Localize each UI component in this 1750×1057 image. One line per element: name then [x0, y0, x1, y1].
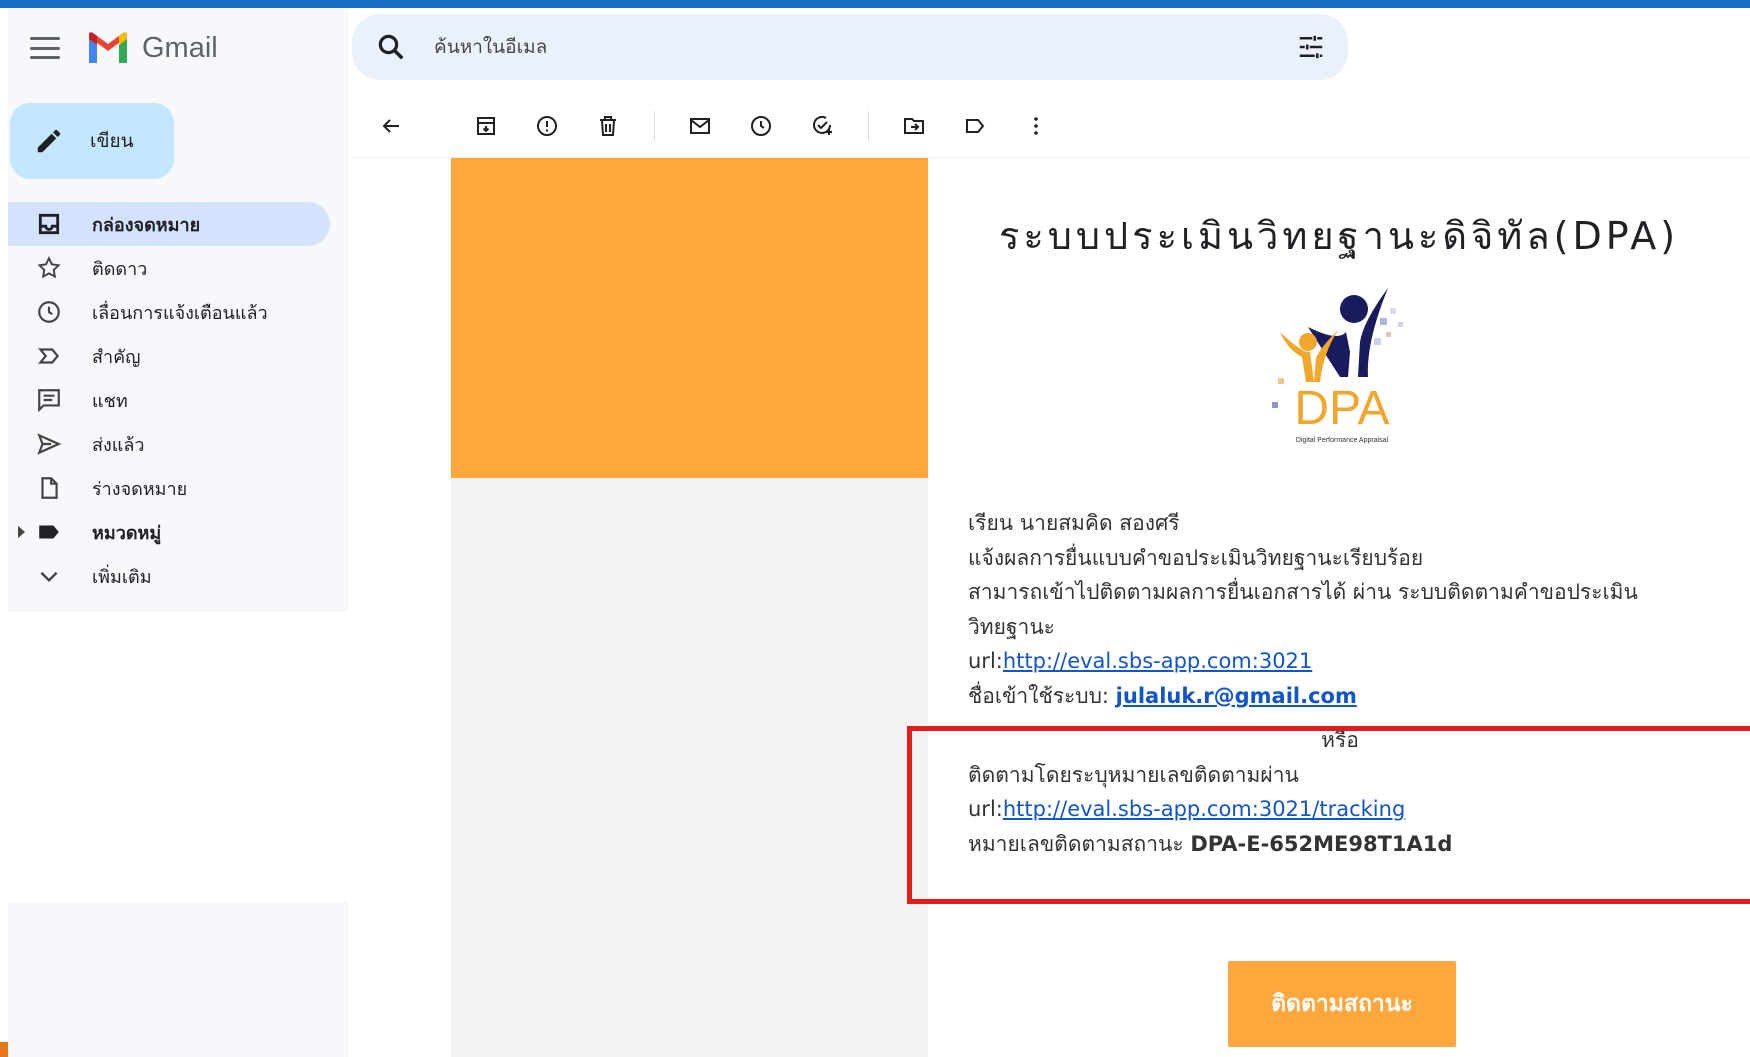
gmail-wordmark: Gmail	[142, 31, 218, 64]
sidebar-item-label: แชท	[92, 390, 128, 412]
sidebar-lower-panel	[8, 612, 348, 902]
label-icon[interactable]	[960, 111, 990, 141]
star-icon	[34, 253, 64, 283]
sidebar-item-sent[interactable]: ส่งแล้ว	[8, 422, 330, 466]
sidebar-item-label: กล่องจดหมาย	[92, 214, 201, 236]
search-input[interactable]: ค้นหาในอีเมล	[434, 32, 547, 62]
pencil-icon	[37, 129, 61, 153]
sidebar-item-label: ร่างจดหมาย	[92, 478, 188, 500]
email-login-line: ชื่อเข้าใช้ระบบ: julaluk.r@gmail.com	[968, 679, 1708, 714]
login-email-link[interactable]: julaluk.r@gmail.com	[1116, 684, 1357, 708]
email-url-line: url:http://eval.sbs-app.com:3021	[968, 644, 1708, 679]
sidebar-item-label: เพิ่มเติม	[92, 566, 152, 588]
dpa-logo-subtitle: Digital Performance Appraisal	[1296, 437, 1389, 444]
email-line-2a: สามารถเข้าไปติดตามผลการยื่นเอกสารได้ ผ่า…	[968, 580, 1638, 604]
toolbar-divider	[868, 110, 869, 141]
sidebar-item-label: เลื่อนการแจ้งเตือนแล้ว	[92, 302, 268, 324]
label-icon	[34, 517, 64, 547]
archive-icon[interactable]	[471, 111, 501, 141]
chat-icon	[34, 385, 64, 415]
sidebar-item-label: ส่งแล้ว	[92, 434, 145, 456]
toolbar-divider	[654, 110, 655, 141]
sidebar-item-more[interactable]: เพิ่มเติม	[8, 554, 330, 598]
url-prefix: url:	[968, 649, 1003, 673]
compose-label: เขียน	[90, 130, 134, 152]
email-title: ระบบประเมินวิทยฐานะดิจิทัล(DPA)	[998, 214, 1680, 258]
sidebar-item-categories[interactable]: หมวดหมู่	[8, 510, 330, 554]
important-icon	[34, 341, 64, 371]
window-top-bar	[0, 0, 1750, 8]
highlight-box	[907, 726, 1750, 904]
search-bar[interactable]: ค้นหาในอีเมล	[352, 14, 1348, 80]
sidebar-item-label: หมวดหมู่	[92, 522, 162, 544]
sidebar-item-chat[interactable]: แชท	[8, 378, 330, 422]
mark-unread-icon[interactable]	[685, 111, 715, 141]
send-icon	[34, 429, 64, 459]
sidebar-item-important[interactable]: สำคัญ	[8, 334, 330, 378]
snooze-icon[interactable]	[746, 111, 776, 141]
delete-icon[interactable]	[593, 111, 623, 141]
compose-button[interactable]: เขียน	[10, 103, 174, 179]
sidebar-item-label: สำคัญ	[92, 346, 141, 368]
sidebar-item-drafts[interactable]: ร่างจดหมาย	[8, 466, 330, 510]
email-header-banner	[451, 158, 928, 478]
move-to-icon[interactable]	[899, 111, 929, 141]
message-toolbar	[352, 94, 1750, 158]
dpa-logo-icon: DPA Digital Performance Appraisal	[1272, 288, 1403, 444]
login-label: ชื่อเข้าใช้ระบบ:	[968, 683, 1116, 708]
email-line-2b: วิทยฐานะ	[968, 614, 1055, 639]
search-options-icon[interactable]	[1296, 32, 1326, 62]
gmail-logo-icon[interactable]	[86, 31, 130, 65]
track-status-button[interactable]: ติดตามสถานะ	[1228, 961, 1456, 1047]
chevron-down-icon	[34, 561, 64, 591]
more-icon[interactable]	[1021, 111, 1051, 141]
sidebar-item-inbox[interactable]: กล่องจดหมาย	[8, 202, 330, 246]
hamburger-menu-icon[interactable]	[30, 37, 60, 59]
add-task-icon[interactable]	[807, 111, 837, 141]
email-line-1: แจ้งผลการยื่นแบบคำขอประเมินวิทยฐานะเรียบ…	[968, 545, 1424, 570]
email-greeting: เรียน นายสมคิด สองศรี	[968, 511, 1180, 535]
sidebar-item-starred[interactable]: ติดดาว	[8, 246, 330, 290]
dpa-logo-text: DPA	[1294, 382, 1389, 435]
clock-icon	[34, 297, 64, 327]
corner-accent	[0, 1042, 8, 1057]
sidebar-item-label: ติดดาว	[92, 258, 148, 280]
sidebar-nav: กล่องจดหมาย ติดดาว เลื่อนการแจ้งเตือนแล้…	[8, 202, 330, 598]
inbox-icon	[34, 209, 64, 239]
draft-icon	[34, 473, 64, 503]
report-spam-icon[interactable]	[532, 111, 562, 141]
app-header: Gmail	[30, 26, 218, 70]
eval-link[interactable]: http://eval.sbs-app.com:3021	[1003, 649, 1312, 673]
sidebar-item-snoozed[interactable]: เลื่อนการแจ้งเตือนแล้ว	[8, 290, 330, 334]
search-icon[interactable]	[376, 32, 406, 62]
expand-caret-icon[interactable]	[18, 526, 25, 538]
back-arrow-icon[interactable]	[376, 111, 406, 141]
